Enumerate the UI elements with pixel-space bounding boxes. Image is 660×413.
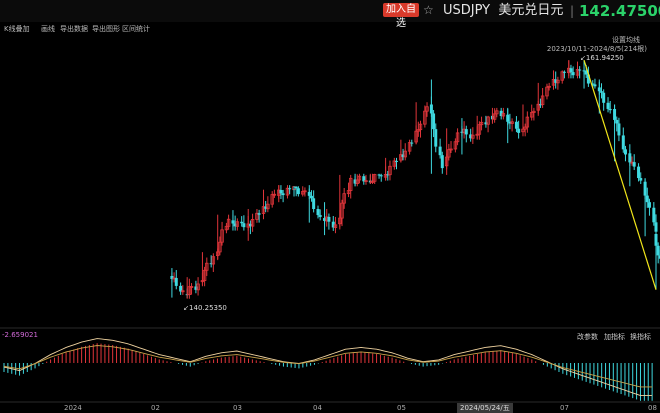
change-params-button[interactable]: 改参数 [577,332,598,342]
cursor-date-label: 2024/05/24/五 [457,403,513,413]
candle-body [257,213,261,215]
candle-body [517,128,521,133]
macd-value: -2.659021 [2,331,38,339]
candle-body [608,108,612,111]
candle-body [617,123,621,136]
candle-body [606,102,610,109]
candle-body [647,202,651,208]
x-label-08: 08 [648,404,657,412]
add-indicator-button[interactable]: 加指标 [604,332,625,342]
candle-body [174,277,178,286]
x-label-2024: 2024 [64,404,82,412]
candle-body [623,149,627,155]
candle-body [294,186,298,189]
candle-body [309,195,313,199]
candle-body [578,69,582,71]
candle-body [637,166,641,179]
candle-body [296,188,300,195]
candle-body [440,155,444,169]
candle-body [281,193,285,196]
candle-body [632,162,636,167]
candle-body [562,71,566,73]
x-label-04: 04 [313,404,322,412]
candle-body [652,207,656,223]
candlestick-chart[interactable] [0,0,660,403]
candle-body [410,142,414,144]
candle-body [312,198,316,210]
candle-body [240,221,244,224]
candle-body [602,92,606,103]
candle-body [599,91,603,93]
candle-body [327,216,331,222]
candle-body [571,72,575,76]
candle-body [656,245,660,256]
x-label-03: 03 [233,404,242,412]
x-label-05: 05 [397,404,406,412]
candle-body [432,113,436,130]
candle-body [379,175,383,177]
x-label-07: 07 [560,404,569,412]
candle-body [593,84,597,87]
x-axis: 2024 02 03 04 05 07 08 [0,403,660,413]
x-label-02: 02 [151,404,160,412]
low-price-annotation: ↙140.25350 [183,304,227,312]
candle-body [316,209,320,216]
candle-body [377,174,381,176]
candle-body [615,119,619,124]
candle-body [279,190,283,194]
candle-body [645,195,649,203]
candle-body [514,121,518,129]
candle-body [395,160,399,162]
candle-body [639,178,643,181]
candle-body [621,135,625,150]
candle-body [438,146,442,156]
candle-body [288,188,292,190]
high-price-annotation: ↙161.94250 [580,54,624,62]
candle-body [242,223,246,228]
high-price-label: 161.94250 [585,53,624,62]
switch-indicator-button[interactable]: 换指标 [630,332,651,342]
candle-body [434,129,438,147]
trend-line [583,59,657,290]
candle-body [318,215,322,217]
low-price-label: 140.25350 [189,304,227,313]
candle-body [569,68,573,73]
candle-body [464,129,468,135]
